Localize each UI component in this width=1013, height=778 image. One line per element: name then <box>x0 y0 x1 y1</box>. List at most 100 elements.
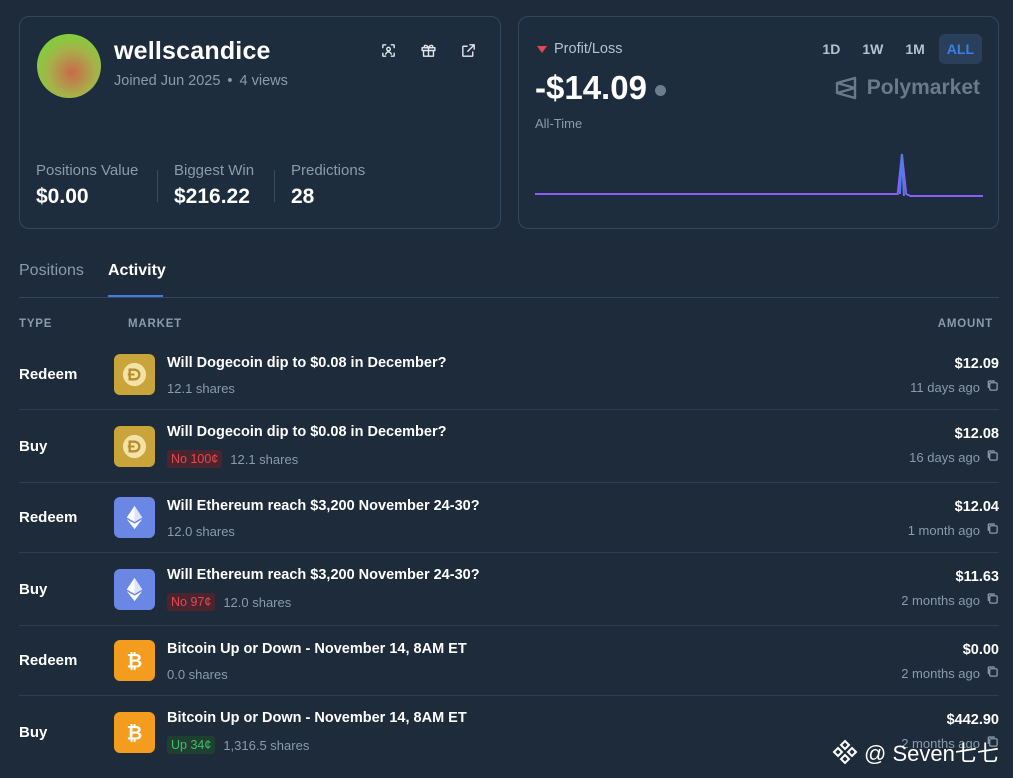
market-details: Up 34¢ 1,316.5 shares <box>167 736 309 754</box>
activity-list: Redeem Will Dogecoin dip to $0.08 in Dece… <box>19 340 999 770</box>
time-ago: 2 months ago <box>901 665 980 681</box>
row-type: Redeem <box>19 366 78 383</box>
coin-thumbnail[interactable] <box>114 497 155 538</box>
diamond-logo-icon <box>832 739 858 765</box>
eth-coin-icon <box>126 577 143 601</box>
range-tab-1d[interactable]: 1D <box>814 34 848 64</box>
info-icon[interactable] <box>654 84 666 96</box>
market-title[interactable]: Will Ethereum reach $3,200 November 24-3… <box>167 567 480 583</box>
range-tab-1m[interactable]: 1M <box>897 34 932 64</box>
joined-date: Joined Jun 2025 <box>114 73 221 89</box>
outcome-badge: No 100¢ <box>167 450 223 468</box>
stat-positions-value: Positions Value $0.00 <box>36 162 138 209</box>
profile-card: wellscandice Joined Jun 2025 • 4 views Pos… <box>19 16 501 229</box>
profile-meta: Joined Jun 2025 • 4 views <box>114 73 288 89</box>
copy-link-icon[interactable] <box>980 665 999 681</box>
time-ago: 16 days ago <box>909 449 980 465</box>
stat-divider <box>157 170 158 202</box>
watermark-text: @ Seven七七 <box>864 741 999 766</box>
gift-button[interactable] <box>417 39 439 61</box>
row-timestamp: 16 days ago <box>909 449 999 465</box>
tab-positions[interactable]: Positions <box>19 262 84 280</box>
market-title[interactable]: Will Ethereum reach $3,200 November 24-3… <box>167 498 480 514</box>
avatar[interactable] <box>37 34 101 98</box>
row-amount: $11.63 <box>955 569 999 585</box>
market-details: 0.0 shares <box>167 667 228 682</box>
row-type: Buy <box>19 724 48 741</box>
stat-divider <box>274 170 275 202</box>
coin-thumbnail[interactable]: ₿ <box>114 640 155 681</box>
polymarket-icon <box>835 76 856 100</box>
stat-biggest-win: Biggest Win $216.22 <box>174 162 254 209</box>
btc-coin-icon: ₿ <box>127 721 143 744</box>
share-count: 12.0 shares <box>167 524 235 539</box>
row-type: Redeem <box>19 652 78 669</box>
svg-text:₿: ₿ <box>127 721 143 744</box>
column-header-type: TYPE <box>19 318 53 330</box>
copy-link-icon[interactable] <box>980 592 999 608</box>
share-count: 12.0 shares <box>223 594 292 610</box>
scan-button[interactable] <box>377 39 399 61</box>
time-ago: 1 month ago <box>907 522 980 538</box>
outcome-badge: No 97¢ <box>167 593 216 611</box>
stat-label: Positions Value <box>36 162 139 179</box>
profit-loss-card: Profit/Loss -$14.09 All-Time 1D 1W 1M AL… <box>518 16 999 229</box>
doge-coin-icon <box>122 362 147 387</box>
table-row[interactable]: Redeem Will Ethereum reach $3,200 Novembe… <box>19 483 999 553</box>
market-title[interactable]: Bitcoin Up or Down - November 14, 8AM ET <box>167 641 467 657</box>
pnl-label-text: Profit/Loss <box>554 41 623 57</box>
watermark: @ Seven七七 <box>832 736 999 768</box>
share-button[interactable] <box>457 39 479 61</box>
row-timestamp: 2 months ago <box>901 592 999 608</box>
pnl-range-label: All-Time <box>535 116 583 131</box>
coin-thumbnail[interactable] <box>114 568 155 610</box>
share-count: 1,316.5 shares <box>223 737 310 753</box>
time-ago: 2 months ago <box>901 592 980 608</box>
username: wellscandice <box>114 37 271 65</box>
market-title[interactable]: Bitcoin Up or Down - November 14, 8AM ET <box>167 710 467 726</box>
pnl-line <box>535 153 983 197</box>
share-count: 12.1 shares <box>230 451 299 467</box>
coin-thumbnail[interactable]: ₿ <box>114 712 155 753</box>
stat-value: $216.22 <box>174 185 250 208</box>
row-timestamp: 11 days ago <box>910 379 999 395</box>
stat-label: Biggest Win <box>174 162 255 179</box>
stat-value: $0.00 <box>36 185 89 208</box>
range-tabs: 1D 1W 1M ALL <box>814 34 982 64</box>
row-amount: $12.09 <box>954 356 999 372</box>
outcome-badge: Up 34¢ <box>167 736 216 754</box>
table-row[interactable]: Redeem ₿ Bitcoin Up or Down - November 14,… <box>19 626 999 696</box>
coin-thumbnail[interactable] <box>114 425 155 467</box>
doge-coin-icon <box>122 434 147 458</box>
brand-name: Polymarket <box>866 76 980 99</box>
stat-label: Predictions <box>291 162 366 179</box>
row-type: Redeem <box>19 509 78 526</box>
active-tab-indicator <box>108 295 163 297</box>
pnl-sparkline <box>535 153 983 197</box>
row-amount: $442.90 <box>946 712 999 728</box>
market-details: No 97¢ 12.0 shares <box>167 593 291 611</box>
external-link-icon <box>461 43 475 57</box>
stat-predictions: Predictions 28 <box>291 162 365 209</box>
table-row[interactable]: Redeem Will Dogecoin dip to $0.08 in Dece… <box>19 340 999 410</box>
coin-thumbnail[interactable] <box>114 354 155 395</box>
range-tab-all[interactable]: ALL <box>938 34 982 64</box>
table-row[interactable]: Buy Will Ethereum reach $3,200 November 2… <box>19 553 999 626</box>
table-row[interactable]: Buy Will Dogecoin dip to $0.08 in Decembe… <box>19 410 999 483</box>
tab-bar: Positions Activity <box>19 262 999 298</box>
share-count: 12.1 shares <box>167 381 235 396</box>
copy-link-icon[interactable] <box>980 449 999 465</box>
market-title[interactable]: Will Dogecoin dip to $0.08 in December? <box>167 355 446 371</box>
market-title[interactable]: Will Dogecoin dip to $0.08 in December? <box>167 424 446 440</box>
copy-link-icon[interactable] <box>980 522 999 538</box>
column-header-amount: AMOUNT <box>937 318 993 330</box>
pnl-value: -$14.09 <box>535 69 666 107</box>
copy-link-icon[interactable] <box>980 379 999 395</box>
market-details: 12.0 shares <box>167 524 235 539</box>
pnl-label: Profit/Loss <box>537 41 623 57</box>
tab-activity[interactable]: Activity <box>108 262 166 280</box>
column-header-market: MARKET <box>128 318 182 330</box>
range-tab-1w[interactable]: 1W <box>854 34 891 64</box>
btc-coin-icon: ₿ <box>127 649 143 672</box>
market-details: 12.1 shares <box>167 381 235 396</box>
